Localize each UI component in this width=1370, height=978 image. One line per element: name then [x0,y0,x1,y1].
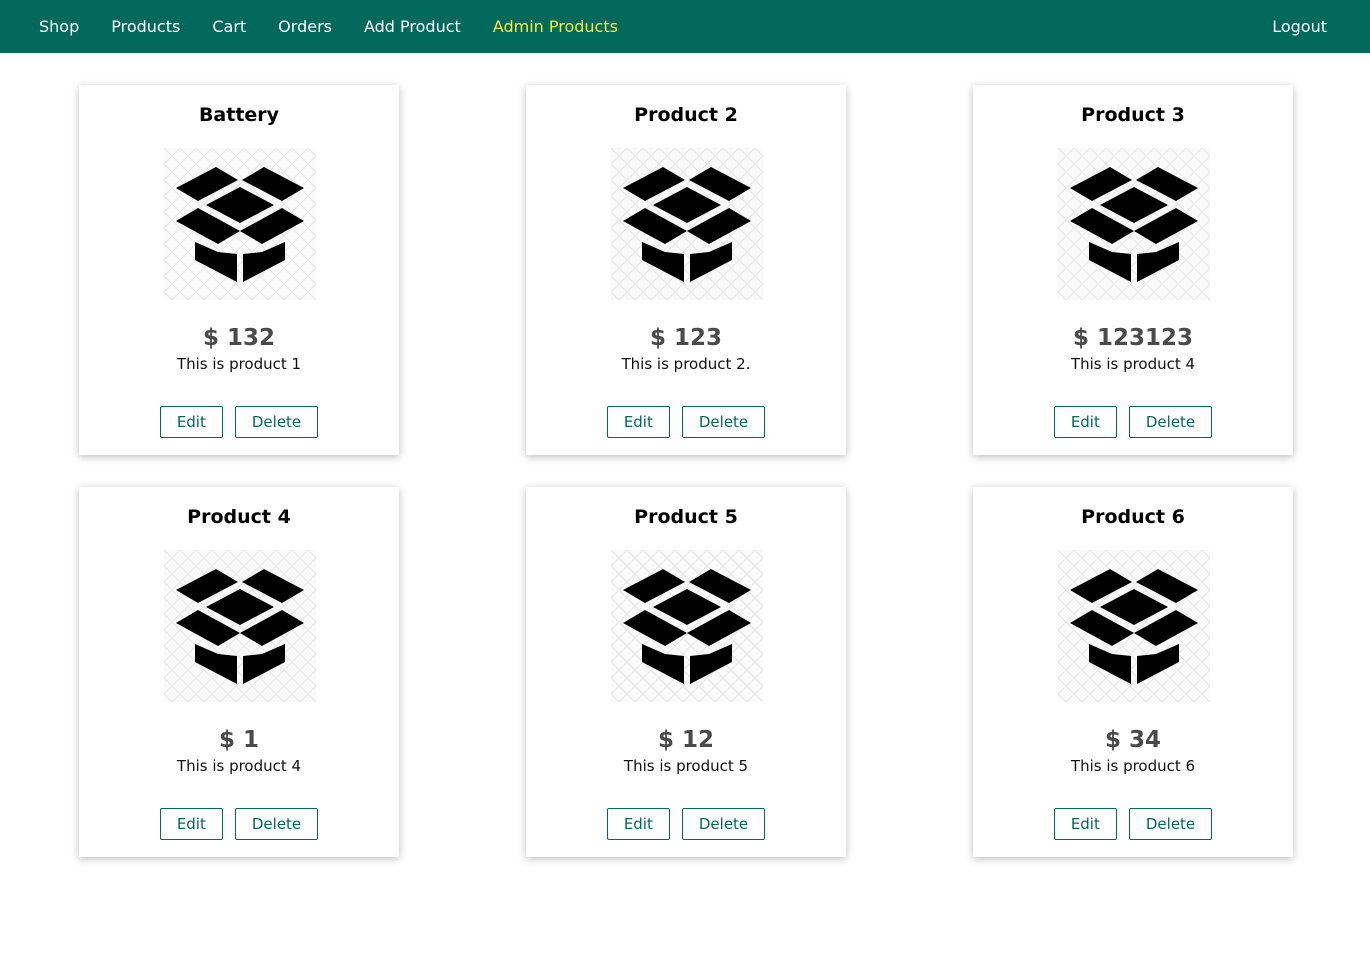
delete-button[interactable]: Delete [234,808,319,840]
box-icon [164,550,316,702]
logout-button[interactable]: Logout [1272,0,1327,53]
product-grid: Battery $ 132 This is product 1 Edit Del… [0,53,1370,978]
nav-right: Logout [1272,0,1327,53]
product-description: This is product 5 [623,757,749,775]
box-icon [611,148,763,300]
product-title: Product 6 [1081,506,1185,528]
nav-item-admin-products[interactable]: Admin Products [493,0,618,53]
box-icon [164,148,316,300]
product-price: $ 1 [218,727,259,753]
product-title: Product 2 [634,104,738,126]
card-actions: Edit Delete [973,808,1293,840]
edit-button[interactable]: Edit [159,406,223,438]
product-title: Product 4 [187,506,291,528]
delete-button[interactable]: Delete [681,808,766,840]
delete-button[interactable]: Delete [234,406,319,438]
card-actions: Edit Delete [973,406,1293,438]
product-title: Product 5 [634,506,738,528]
product-price: $ 123123 [1072,325,1194,351]
product-price: $ 12 [657,727,715,753]
product-description: This is product 1 [176,355,302,373]
product-card: Product 5 $ 12 This is product 5 Edit De… [526,487,846,857]
product-description: This is product 4 [1070,355,1196,373]
product-description: This is product 4 [176,757,302,775]
product-price: $ 34 [1104,727,1162,753]
main-header: Shop Products Cart Orders Add Product Ad… [0,0,1370,53]
nav-item-orders[interactable]: Orders [278,0,332,53]
nav-item-add-product[interactable]: Add Product [364,0,461,53]
edit-button[interactable]: Edit [606,406,670,438]
box-icon [1058,550,1210,702]
delete-button[interactable]: Delete [1128,808,1213,840]
delete-button[interactable]: Delete [1128,406,1213,438]
box-icon [1058,148,1210,300]
product-title: Product 3 [1081,104,1185,126]
edit-button[interactable]: Edit [159,808,223,840]
edit-button[interactable]: Edit [606,808,670,840]
product-card: Product 4 $ 1 This is product 4 Edit Del… [79,487,399,857]
product-title: Battery [198,104,280,126]
nav-item-cart[interactable]: Cart [212,0,246,53]
product-description: This is product 6 [1070,757,1196,775]
product-card: Product 2 $ 123 This is product 2. Edit … [526,85,846,455]
delete-button[interactable]: Delete [681,406,766,438]
nav-list: Shop Products Cart Orders Add Product Ad… [39,0,650,53]
edit-button[interactable]: Edit [1053,808,1117,840]
card-actions: Edit Delete [526,808,846,840]
product-description: This is product 2. [621,355,751,373]
product-price: $ 123 [649,325,723,351]
product-card: Battery $ 132 This is product 1 Edit Del… [79,85,399,455]
card-actions: Edit Delete [79,808,399,840]
nav-item-products[interactable]: Products [111,0,180,53]
product-card: Product 6 $ 34 This is product 6 Edit De… [973,487,1293,857]
card-actions: Edit Delete [79,406,399,438]
card-actions: Edit Delete [526,406,846,438]
product-price: $ 132 [202,325,276,351]
product-card: Product 3 $ 123123 This is product 4 Edi… [973,85,1293,455]
nav-item-shop[interactable]: Shop [39,0,79,53]
main-nav: Shop Products Cart Orders Add Product Ad… [39,0,1327,53]
edit-button[interactable]: Edit [1053,406,1117,438]
box-icon [611,550,763,702]
